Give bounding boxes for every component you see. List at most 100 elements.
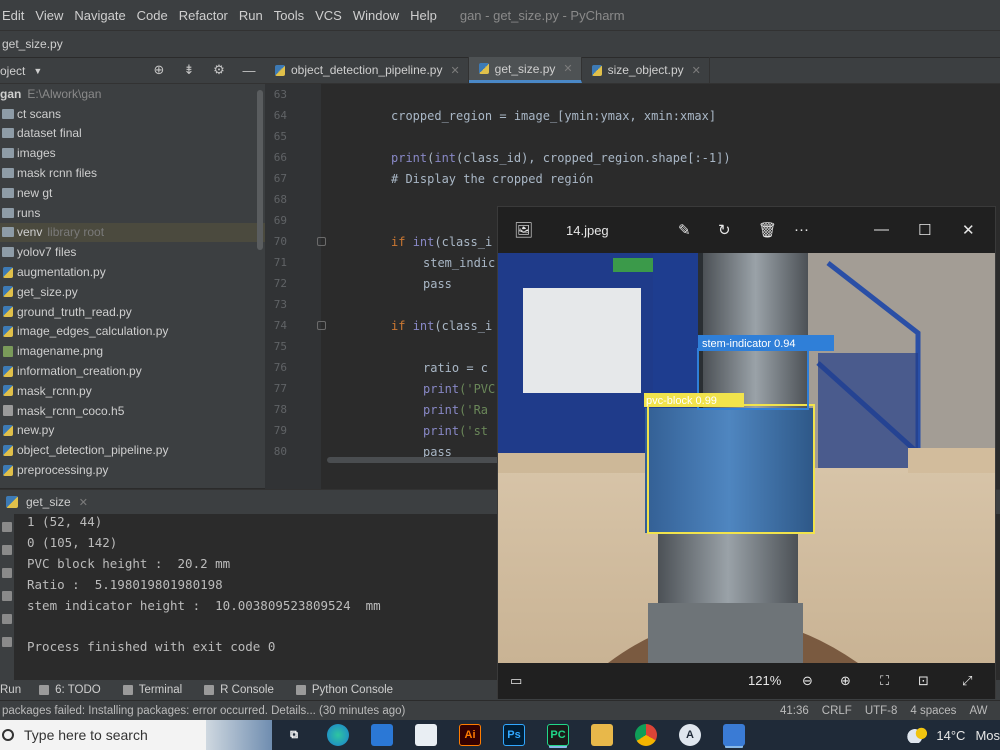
file-explorer-icon[interactable]: [591, 724, 613, 746]
minimize-icon[interactable]: —: [241, 62, 257, 78]
tool-tab-todo[interactable]: 6: TODO: [39, 684, 101, 696]
search-placeholder: Type here to search: [24, 727, 148, 743]
scroll-end-icon[interactable]: [2, 591, 12, 601]
up-arrow-icon[interactable]: [2, 522, 12, 532]
tree-item[interactable]: get_size.py: [0, 282, 265, 302]
run-tab-get-size[interactable]: get_size ✕: [6, 495, 88, 509]
tree-item[interactable]: augmentation.py: [0, 262, 265, 282]
minimize-icon[interactable]: —: [874, 221, 889, 238]
close-icon[interactable]: ✕: [962, 221, 975, 239]
tree-item[interactable]: object_detection_pipeline.py: [0, 440, 265, 460]
viewer-image[interactable]: stem-indicator 0.94 pvc-block 0.99: [498, 253, 995, 663]
status-indent[interactable]: 4 spaces: [910, 705, 956, 717]
mail-icon[interactable]: [371, 724, 393, 746]
tree-item[interactable]: ground_truth_read.py: [0, 302, 265, 322]
tool-tab-run[interactable]: Run: [0, 684, 21, 696]
more-icon[interactable]: ···: [794, 221, 809, 238]
terminal-icon: [122, 685, 133, 695]
tree-item[interactable]: new gt: [0, 183, 265, 203]
tool-tab-python-console[interactable]: Python Console: [295, 684, 393, 696]
file-icon: [3, 405, 13, 417]
status-line-separator[interactable]: CRLF: [822, 705, 852, 717]
status-encoding[interactable]: UTF-8: [865, 705, 898, 717]
menu-run[interactable]: Run: [239, 8, 263, 23]
menu-view[interactable]: View: [35, 8, 63, 23]
menu-window[interactable]: Window: [353, 8, 399, 23]
tree-item[interactable]: venv library root: [0, 222, 265, 243]
filmstrip-icon[interactable]: ▭: [510, 673, 522, 689]
project-scrollbar[interactable]: [257, 90, 263, 250]
tree-item[interactable]: new.py: [0, 421, 265, 441]
fold-marker-icon[interactable]: [317, 237, 326, 246]
status-caret-position[interactable]: 41:36: [780, 705, 809, 717]
app-icon[interactable]: A: [679, 724, 701, 746]
collapse-all-icon[interactable]: ⇟: [181, 62, 197, 78]
tree-item[interactable]: yolov7 files: [0, 242, 265, 262]
wrap-icon[interactable]: [2, 568, 12, 578]
tab-get-size[interactable]: get_size.py ✕: [468, 57, 582, 83]
tree-item[interactable]: image_edges_calculation.py: [0, 322, 265, 342]
tab-object-detection-pipeline[interactable]: object_detection_pipeline.py ✕: [265, 57, 469, 83]
rotate-icon[interactable]: ↻: [718, 221, 731, 239]
task-view-icon[interactable]: ⧉: [283, 724, 305, 746]
weather-temperature[interactable]: 14°C: [936, 728, 965, 743]
tree-item[interactable]: runs: [0, 203, 265, 223]
pycharm-icon[interactable]: PC: [547, 724, 569, 746]
menu-edit[interactable]: Edit: [2, 8, 24, 23]
menu-tools[interactable]: Tools: [274, 8, 304, 23]
edit-icon[interactable]: ✎: [678, 221, 691, 239]
weather-icon[interactable]: [906, 727, 929, 743]
run-tab-label: get_size: [26, 495, 71, 509]
chrome-icon[interactable]: [635, 724, 657, 746]
menu-refactor[interactable]: Refactor: [179, 8, 228, 23]
zoom-out-icon[interactable]: ⊖: [802, 673, 813, 689]
zoom-in-icon[interactable]: ⊕: [840, 673, 851, 689]
zoom-level[interactable]: 121%: [748, 673, 781, 688]
tree-item[interactable]: mask rcnn files: [0, 163, 265, 183]
fold-marker-icon[interactable]: [317, 321, 326, 330]
edge-icon[interactable]: [327, 724, 349, 746]
tree-item[interactable]: dataset final: [0, 124, 265, 144]
illustrator-icon[interactable]: Ai: [459, 724, 481, 746]
status-extra[interactable]: AW: [969, 705, 987, 717]
gear-icon[interactable]: ⚙: [211, 62, 227, 78]
project-view-selector[interactable]: oject: [0, 64, 25, 78]
tree-item[interactable]: mask_rcnn_coco.h5: [0, 401, 265, 421]
print-icon[interactable]: [2, 614, 12, 624]
close-icon[interactable]: ✕: [79, 496, 88, 509]
tree-item[interactable]: information_creation.py: [0, 361, 265, 381]
status-message[interactable]: packages failed: Installing packages: er…: [2, 705, 405, 717]
trash-icon[interactable]: [2, 637, 12, 647]
close-icon[interactable]: ✕: [450, 64, 459, 77]
menu-code[interactable]: Code: [137, 8, 168, 23]
tree-item[interactable]: ct scans: [0, 104, 265, 124]
tool-tab-r-console[interactable]: R Console: [204, 684, 274, 696]
close-icon[interactable]: ✕: [563, 62, 572, 75]
trash-icon[interactable]: 🗑: [758, 221, 777, 239]
tree-item[interactable]: preprocessing.py: [0, 460, 265, 480]
photos-icon[interactable]: [723, 724, 745, 746]
fullscreen-icon[interactable]: ⤢: [962, 673, 972, 689]
photoshop-icon[interactable]: Ps: [503, 724, 525, 746]
maximize-icon[interactable]: ☐: [918, 221, 931, 239]
menu-help[interactable]: Help: [410, 8, 437, 23]
taskbar-search[interactable]: Type here to search: [0, 720, 272, 750]
tree-item[interactable]: imagename.png: [0, 341, 265, 361]
down-arrow-icon[interactable]: [2, 545, 12, 555]
tab-size-object[interactable]: size_object.py ✕: [582, 57, 710, 83]
weather-text[interactable]: Mos: [975, 728, 1000, 743]
menu-navigate[interactable]: Navigate: [74, 8, 125, 23]
image-icon[interactable]: 🖼: [514, 221, 533, 239]
locate-icon[interactable]: ⊕: [151, 62, 167, 78]
store-icon[interactable]: [415, 724, 437, 746]
tree-root[interactable]: gan E:\Alwork\gan: [0, 84, 265, 104]
close-icon[interactable]: ✕: [692, 64, 701, 77]
fit-to-window-icon[interactable]: ⛶: [880, 673, 889, 689]
tree-item[interactable]: images: [0, 143, 265, 163]
chevron-down-icon[interactable]: ▼: [33, 66, 42, 76]
menu-vcs[interactable]: VCS: [315, 8, 342, 23]
breadcrumb-file[interactable]: get_size.py: [2, 37, 63, 51]
actual-size-icon[interactable]: ⊡: [918, 673, 929, 689]
tool-tab-terminal[interactable]: Terminal: [122, 684, 182, 696]
tree-item[interactable]: mask_rcnn.py: [0, 381, 265, 401]
